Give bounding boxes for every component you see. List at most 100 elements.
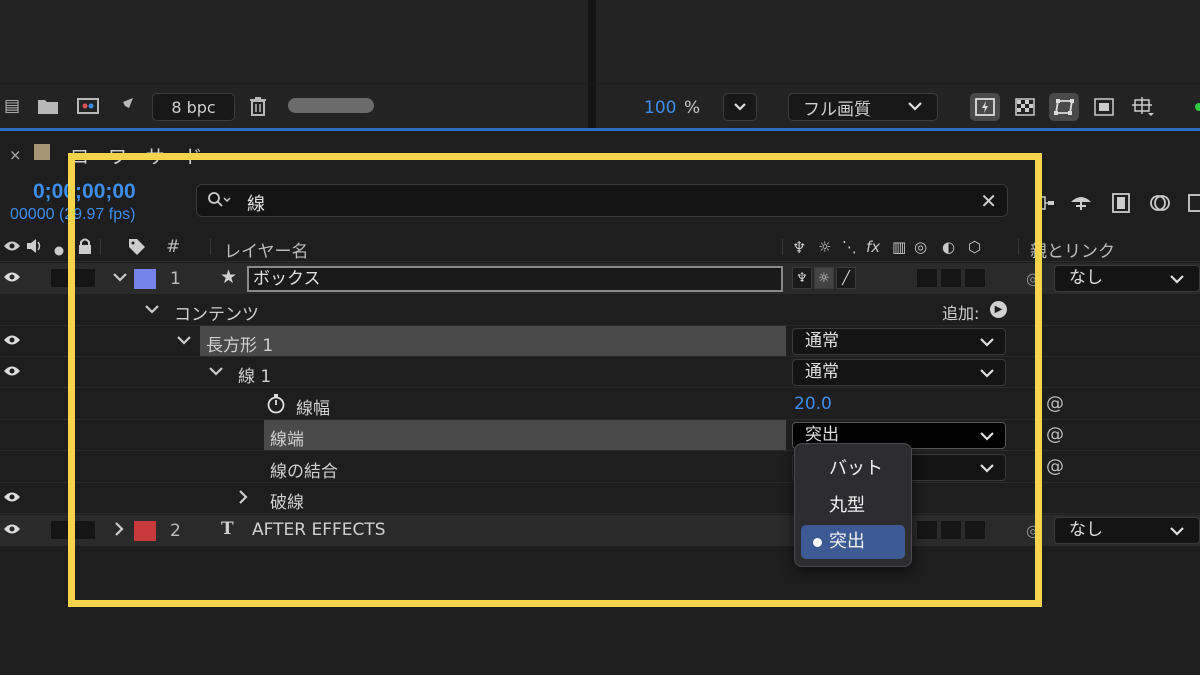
stroke-blend-dropdown[interactable]: 通常 [792, 359, 1006, 386]
stopwatch-icon[interactable] [266, 394, 286, 419]
close-tab-icon[interactable]: × [9, 146, 22, 164]
trash-icon[interactable] [246, 94, 270, 118]
current-time-display[interactable]: 0;00;00;00 [33, 180, 136, 204]
line-join-row[interactable]: 線の結合 @ [0, 452, 1200, 483]
composition-flowchart-icon[interactable] [1032, 191, 1058, 215]
region-of-interest-button[interactable] [1089, 93, 1119, 121]
switch-collapse-icon[interactable]: ☼ [818, 238, 831, 256]
zoom-dropdown[interactable] [723, 93, 757, 121]
video-visibility-icon[interactable] [3, 238, 21, 256]
label-tag-icon[interactable] [128, 238, 146, 260]
line-cap-row[interactable]: 線端 突出 @ [0, 420, 1200, 451]
switch-frame-blend-icon[interactable]: ▥ [892, 238, 906, 256]
adjustment-toggle[interactable] [940, 520, 962, 540]
eye-icon[interactable] [3, 365, 21, 377]
motion-blur-toggle[interactable] [916, 268, 938, 288]
eye-icon[interactable] [3, 491, 21, 503]
parent-dropdown[interactable]: なし [1054, 265, 1200, 292]
switch-shy-icon[interactable]: ♆ [792, 238, 806, 257]
layer-label-color[interactable] [134, 521, 156, 541]
layer-number-header[interactable]: # [166, 237, 180, 257]
stroke-width-row[interactable]: 線幅 20.0 @ [0, 389, 1200, 420]
adjustment-toggle[interactable] [940, 268, 962, 288]
expression-pickwhip-icon[interactable]: @ [1046, 456, 1064, 477]
stroke-group-row[interactable]: 線 1 通常 [0, 357, 1200, 388]
audio-icon[interactable] [26, 238, 44, 258]
lock-icon[interactable] [78, 238, 92, 258]
panel-divider[interactable] [588, 0, 596, 128]
grid-guides-button[interactable] [1128, 93, 1158, 121]
layer-name-field[interactable]: ボックス [247, 266, 783, 292]
menu-item-butt[interactable]: バット [801, 452, 905, 486]
solo-icon[interactable] [54, 242, 64, 260]
column-divider[interactable] [210, 239, 211, 255]
shy-switch-icon[interactable]: ♆ [792, 267, 812, 289]
quality-switch-icon[interactable]: ╱ [836, 267, 856, 289]
composition-tab-title[interactable]: ローワーサード ー [70, 142, 228, 169]
switch-3d-icon[interactable]: ⬡ [968, 238, 981, 256]
layer-row-2[interactable]: 2 T AFTER EFFECTS ◎ なし [0, 515, 1200, 546]
zoom-value[interactable]: 100 [644, 98, 676, 118]
eye-icon[interactable] [3, 523, 21, 535]
layer-row-1[interactable]: 1 ★ ボックス ♆ ☼ ╱ ◎ なし [0, 263, 1200, 294]
frame-blending-icon[interactable] [1108, 191, 1134, 215]
render-queue-icon[interactable] [114, 94, 138, 118]
parent-link-header[interactable]: 親とリンク [1030, 237, 1115, 262]
eye-icon[interactable] [3, 334, 21, 346]
expression-pickwhip-icon[interactable]: @ [1046, 393, 1064, 414]
add-menu-button[interactable]: ▶ [990, 301, 1007, 318]
expand-chevron-icon[interactable] [176, 330, 192, 354]
expression-pickwhip-icon[interactable]: @ [1046, 424, 1064, 445]
thumbnail-size-slider[interactable] [288, 98, 374, 113]
motion-blur-icon[interactable] [1147, 191, 1173, 215]
solo-toggle[interactable] [74, 520, 96, 540]
eye-icon[interactable] [3, 271, 21, 283]
layer-label-color[interactable] [134, 269, 156, 289]
solo-toggle[interactable] [74, 268, 96, 288]
contents-row[interactable]: コンテンツ 追加: ▶ [0, 295, 1200, 326]
graph-editor-icon[interactable] [1182, 191, 1200, 215]
expand-chevron-icon[interactable] [208, 361, 224, 385]
3d-toggle[interactable] [964, 268, 986, 288]
column-divider[interactable] [1018, 239, 1019, 255]
transparency-grid-button[interactable] [1010, 93, 1040, 121]
blend-mode-dropdown[interactable]: 通常 [792, 328, 1006, 355]
bit-depth-button[interactable]: 8 bpc [152, 93, 235, 121]
new-composition-icon[interactable] [76, 94, 100, 118]
menu-item-round[interactable]: 丸型 [801, 489, 905, 523]
clear-search-icon[interactable]: ✕ [980, 189, 997, 213]
rectangle-group-label: 長方形 1 [206, 336, 274, 356]
3d-toggle[interactable] [964, 520, 986, 540]
search-icon[interactable] [207, 191, 233, 213]
switch-quality-icon[interactable]: ⋱ [842, 238, 857, 256]
parent-dropdown[interactable]: なし [1054, 517, 1200, 544]
stroke-width-value[interactable]: 20.0 [794, 394, 832, 414]
expand-chevron-icon[interactable] [112, 267, 128, 291]
column-divider[interactable] [782, 239, 783, 255]
layer-name[interactable]: AFTER EFFECTS [252, 520, 386, 540]
collapse-switch-icon[interactable]: ☼ [814, 267, 834, 289]
motion-blur-toggle[interactable] [916, 520, 938, 540]
mask-path-visibility-button[interactable] [1049, 93, 1079, 121]
switch-effects-icon[interactable]: fx [866, 238, 880, 256]
resolution-dropdown[interactable]: フル画質 [788, 93, 938, 121]
switch-adjustment-icon[interactable]: ◐ [942, 238, 955, 256]
column-divider[interactable] [100, 239, 101, 255]
shy-layers-icon[interactable] [1068, 191, 1094, 215]
audio-toggle[interactable] [50, 268, 72, 288]
switch-motion-blur-icon[interactable]: ◎ [914, 238, 927, 256]
rectangle-group-row[interactable]: 長方形 1 通常 [0, 326, 1200, 357]
menu-item-projecting[interactable]: 突出 [801, 525, 905, 559]
audio-toggle[interactable] [50, 520, 72, 540]
pickwhip-icon[interactable]: ◎ [1026, 269, 1040, 288]
layer-name-header[interactable]: レイヤー名 [224, 237, 309, 262]
expand-chevron-icon[interactable] [144, 299, 160, 323]
collapsed-chevron-icon[interactable] [236, 487, 250, 511]
pickwhip-icon[interactable]: ◎ [1026, 521, 1040, 540]
new-folder-icon[interactable] [36, 94, 60, 118]
interpret-footage-icon[interactable]: ▤ [0, 94, 24, 118]
collapsed-chevron-icon[interactable] [112, 519, 126, 543]
layer-search-field[interactable]: 線 ✕ [196, 184, 1008, 217]
fast-previews-button[interactable] [970, 93, 1000, 121]
dashes-row[interactable]: 破線 [0, 483, 1200, 514]
